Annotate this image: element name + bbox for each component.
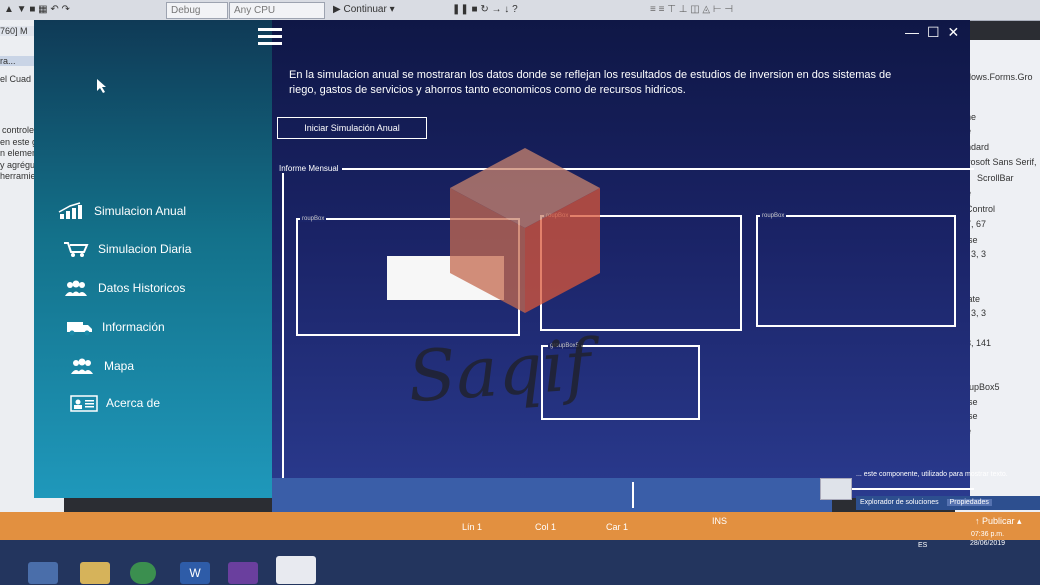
nav-label: Simulacion Anual — [94, 204, 187, 218]
status-ins: INS — [712, 516, 728, 526]
props-tabs: Explorador de soluciones Propiedades — [856, 496, 1040, 510]
windows-taskbar: W — [0, 540, 1040, 585]
nav-mapa[interactable]: Mapa — [68, 353, 134, 379]
file-explorer-icon[interactable] — [80, 562, 110, 584]
id-card-icon — [70, 395, 98, 412]
prop-row[interactable]: ndows.Forms.Gro — [961, 72, 1033, 82]
left-item: controle — [2, 125, 35, 135]
property-description: ... este componente, utilizado para most… — [856, 471, 1008, 478]
prop-row[interactable]: ScrollBar — [977, 173, 1014, 183]
dropdown-arrow-icon[interactable] — [820, 478, 852, 500]
layout-icons[interactable]: ≡ ≡ ⊤ ⊥ ◫ ◬ ⊢ ⊣ — [650, 2, 733, 17]
status-car: Car 1 — [606, 522, 629, 532]
nav-label: Acerca de — [106, 396, 161, 410]
config-combo[interactable]: Debug — [166, 2, 228, 19]
system-clock[interactable]: 07:36 p.m. 28/06/2019 — [970, 530, 1005, 548]
cursor-icon — [97, 79, 106, 93]
nav-simulacion-diaria[interactable]: Simulacion Diaria — [62, 236, 191, 262]
task-view-icon[interactable] — [28, 562, 58, 584]
cart-icon — [64, 242, 89, 257]
nav-label: Datos Historicos — [98, 281, 186, 295]
word-icon[interactable]: W — [180, 562, 210, 584]
nav-datos-historicos[interactable]: Datos Historicos — [62, 275, 185, 301]
iniciar-simulacion-button[interactable]: Iniciar Simulación Anual — [277, 117, 427, 139]
app-window-icon[interactable] — [276, 556, 316, 584]
description-text: En la simulacion anual se mostraran los … — [289, 69, 892, 96]
hamburger-menu-icon[interactable] — [258, 28, 282, 46]
truck-icon — [67, 322, 92, 336]
splitter[interactable] — [632, 482, 634, 508]
watermark-text: Saqif — [405, 323, 594, 419]
tab-propiedades[interactable]: Propiedades — [946, 499, 992, 506]
left-item[interactable]: 760] M — [0, 26, 34, 36]
ide-toolbar: ▲ ▼ ■ ▦ ↶ ↷ Debug Any CPU ▶ Continuar ▾ … — [0, 0, 1040, 21]
status-col: Col 1 — [535, 522, 557, 532]
status-line: Lín 1 — [462, 522, 483, 532]
groupbox-label: roupBox — [300, 216, 327, 222]
watermark-logo-icon — [450, 148, 600, 313]
nav-label: Información — [102, 320, 165, 334]
chrome-icon[interactable] — [130, 562, 156, 584]
people-icon — [65, 280, 87, 296]
sidebar: Simulacion Anual Simulacion Diaria Datos… — [34, 20, 272, 498]
nav-informacion[interactable]: Información — [66, 314, 165, 340]
platform-combo[interactable]: Any CPU — [229, 2, 325, 19]
left-item: y agrégu — [0, 160, 36, 170]
group-icon — [71, 358, 93, 374]
ide-status-bar: Lín 1 Col 1 Car 1 INS ↑ Publicar ▴ — [0, 512, 1040, 540]
visual-studio-icon[interactable] — [228, 562, 258, 584]
run-button[interactable]: ▶ Continuar ▾ — [333, 2, 395, 17]
clock-time: 07:36 p.m. — [970, 531, 1005, 538]
left-item: n elemen — [0, 148, 38, 158]
nav-simulacion-anual[interactable]: Simulacion Anual — [58, 198, 186, 224]
debug-icons[interactable]: ❚❚ ■ ↻ → ↓ ? — [452, 2, 518, 17]
toolbar-icons[interactable]: ▲ ▼ ■ ▦ ↶ ↷ — [4, 2, 70, 17]
run-label: Continuar — [343, 4, 387, 15]
left-item: herramie — [0, 171, 36, 181]
nav-label: Mapa — [104, 359, 135, 373]
left-item: en este g — [0, 137, 38, 147]
language-indicator[interactable]: ES — [918, 542, 927, 549]
chart-icon — [58, 202, 82, 219]
clock-date: 28/06/2019 — [970, 540, 1006, 547]
informe-mensual-label: Informe Mensual — [276, 164, 342, 173]
prop-row[interactable]: icrosoft Sans Serif, — [961, 157, 1037, 167]
nav-label: Simulacion Diaria — [98, 242, 192, 256]
nav-acerca-de[interactable]: Acerca de — [70, 390, 160, 416]
groupbox-3 — [756, 215, 956, 327]
tab-explorador[interactable]: Explorador de soluciones — [860, 499, 939, 506]
ide-output-area — [272, 478, 832, 512]
window-controls[interactable]: —☐✕ — [905, 24, 967, 41]
groupbox-label: roupBox — [760, 213, 787, 219]
publish-button[interactable]: ↑ Publicar ▴ — [975, 516, 1022, 527]
left-item: el Cuad — [0, 74, 32, 84]
